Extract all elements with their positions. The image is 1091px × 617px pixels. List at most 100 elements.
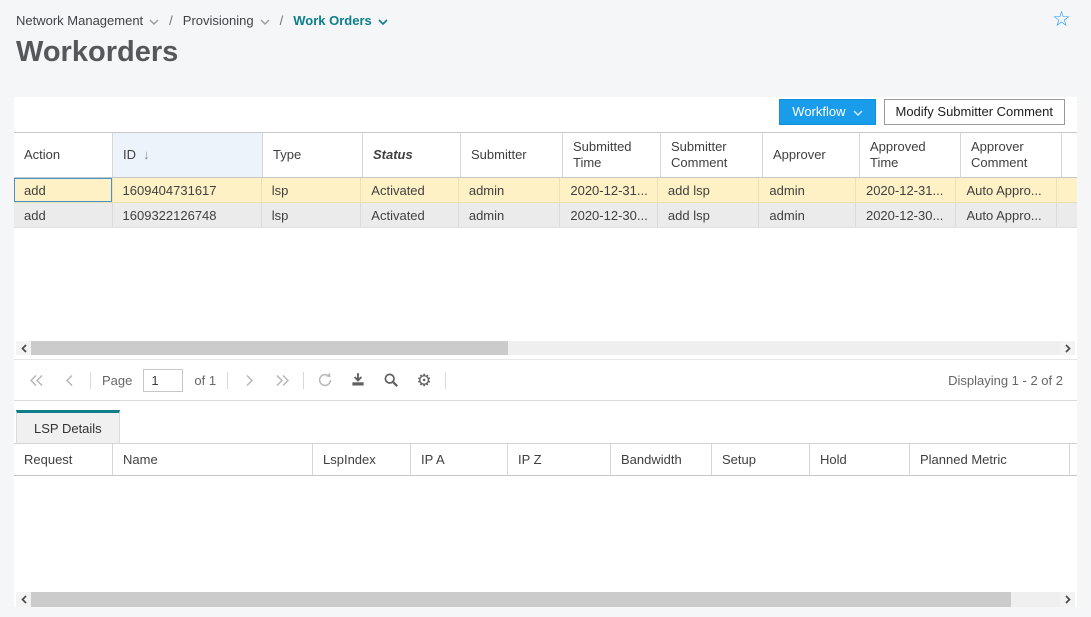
download-icon[interactable] <box>346 368 370 392</box>
header-filler <box>1070 444 1077 475</box>
search-icon[interactable] <box>379 368 403 392</box>
breadcrumb-item-network-management[interactable]: Network Management <box>16 13 159 28</box>
column-header-setup[interactable]: Setup <box>712 444 810 475</box>
cell-type[interactable]: lsp <box>262 178 362 202</box>
cell-action[interactable]: add <box>14 203 113 227</box>
modify-submitter-comment-button[interactable]: Modify Submitter Comment <box>884 99 1066 125</box>
previous-page-button[interactable] <box>57 368 81 392</box>
chevron-down-icon <box>260 19 270 25</box>
scrollbar-thumb[interactable] <box>31 341 508 355</box>
column-header-submitter[interactable]: Submitter <box>461 133 563 177</box>
column-header-id[interactable]: ID ↓ <box>113 133 263 177</box>
breadcrumb-label: Provisioning <box>183 13 254 28</box>
toolbar-separator <box>227 372 228 389</box>
column-header-ip-a[interactable]: IP A <box>411 444 508 475</box>
column-header-status[interactable]: Status <box>363 133 461 177</box>
workorders-panel: Workflow Modify Submitter Comment Action… <box>14 97 1077 607</box>
cell-approver-comment[interactable]: Auto Appro... <box>956 178 1057 202</box>
next-page-button[interactable] <box>237 368 261 392</box>
cell-status[interactable]: Activated <box>361 203 459 227</box>
scrollbar-thumb[interactable] <box>31 592 1011 607</box>
cell-submitter[interactable]: admin <box>459 178 561 202</box>
horizontal-scrollbar <box>16 341 1075 355</box>
cell-submitter[interactable]: admin <box>459 203 561 227</box>
first-page-button[interactable] <box>24 368 48 392</box>
breadcrumb-item-provisioning[interactable]: Provisioning <box>183 13 270 28</box>
cell-status[interactable]: Activated <box>361 178 459 202</box>
column-header-approver-comment[interactable]: Approver Comment <box>961 133 1062 177</box>
column-header-ip-z[interactable]: IP Z <box>508 444 611 475</box>
column-header-submitter-comment[interactable]: Submitter Comment <box>661 133 763 177</box>
tab-lsp-details[interactable]: LSP Details <box>16 410 120 443</box>
workflow-button[interactable]: Workflow <box>779 99 875 125</box>
column-header-lspindex[interactable]: LspIndex <box>313 444 411 475</box>
column-header-approver[interactable]: Approver <box>763 133 860 177</box>
last-page-button[interactable] <box>270 368 294 392</box>
cell-id[interactable]: 1609322126748 <box>113 203 262 227</box>
lsp-details-empty-area <box>14 476 1077 592</box>
breadcrumb-separator: / <box>280 13 284 28</box>
column-header-bandwidth[interactable]: Bandwidth <box>611 444 712 475</box>
row-filler <box>1057 203 1077 227</box>
toolbar-separator <box>90 372 91 389</box>
actions-bar: Workflow Modify Submitter Comment <box>14 97 1077 132</box>
cell-submitter-comment[interactable]: add lsp <box>658 178 760 202</box>
cell-approver[interactable]: admin <box>759 178 856 202</box>
scroll-right-button[interactable] <box>1060 592 1075 607</box>
scroll-left-button[interactable] <box>16 341 31 355</box>
cell-submitter-comment[interactable]: add lsp <box>658 203 760 227</box>
favorite-star-icon[interactable]: ☆ <box>1052 9 1071 30</box>
page-title: Workorders <box>16 36 1091 69</box>
cell-approver-comment[interactable]: Auto Appro... <box>956 203 1057 227</box>
table-row[interactable]: add 1609322126748 lsp Activated admin 20… <box>14 203 1077 228</box>
chevron-down-icon <box>378 19 388 25</box>
toolbar-separator <box>445 372 446 389</box>
column-header-planned-metric[interactable]: Planned Metric <box>910 444 1070 475</box>
toolbar-separator <box>303 372 304 389</box>
cell-approver[interactable]: admin <box>759 203 856 227</box>
paging-toolbar: Page of 1 ⚙ Displaying <box>14 359 1077 401</box>
chevron-down-icon <box>149 19 159 25</box>
modify-submitter-comment-label: Modify Submitter Comment <box>896 104 1054 119</box>
breadcrumb-label: Work Orders <box>293 13 372 28</box>
column-header-name[interactable]: Name <box>113 444 313 475</box>
sort-descending-icon: ↓ <box>143 147 150 163</box>
cell-submitted-time[interactable]: 2020-12-31... <box>560 178 658 202</box>
grid-empty-area <box>14 228 1077 341</box>
column-header-type[interactable]: Type <box>263 133 363 177</box>
scroll-left-button[interactable] <box>16 592 31 607</box>
column-header-request[interactable]: Request <box>14 444 113 475</box>
cell-action[interactable]: add <box>14 178 113 202</box>
cell-approved-time[interactable]: 2020-12-31... <box>856 178 957 202</box>
breadcrumb-item-work-orders[interactable]: Work Orders <box>293 13 388 28</box>
header-filler <box>1062 133 1077 177</box>
details-tab-strip: LSP Details <box>14 406 1077 444</box>
scrollbar-track[interactable] <box>31 341 1060 355</box>
tab-label: LSP Details <box>34 421 102 436</box>
workorders-grid-header: Action ID ↓ Type Status Submitter Submit… <box>14 132 1077 178</box>
lsp-details-grid-header: Request Name LspIndex IP A IP Z Bandwidt… <box>14 444 1077 476</box>
refresh-button[interactable] <box>313 368 337 392</box>
table-row[interactable]: add 1609404731617 lsp Activated admin 20… <box>14 178 1077 203</box>
scrollbar-track[interactable] <box>31 592 1060 607</box>
column-header-submitted-time[interactable]: Submitted Time <box>563 133 661 177</box>
cell-type[interactable]: lsp <box>262 203 362 227</box>
page-number-input[interactable] <box>143 369 183 392</box>
cell-submitted-time[interactable]: 2020-12-30... <box>560 203 658 227</box>
cell-approved-time[interactable]: 2020-12-30... <box>856 203 957 227</box>
chevron-down-icon <box>853 110 863 116</box>
workflow-button-label: Workflow <box>792 104 845 119</box>
page-label: Page <box>102 373 132 388</box>
displaying-count: Displaying 1 - 2 of 2 <box>948 373 1067 388</box>
column-header-approved-time[interactable]: Approved Time <box>860 133 961 177</box>
breadcrumb-label: Network Management <box>16 13 143 28</box>
scroll-right-button[interactable] <box>1060 341 1075 355</box>
column-header-action[interactable]: Action <box>14 133 113 177</box>
workorders-screen: Network Management / Provisioning / Work… <box>0 0 1091 617</box>
horizontal-scrollbar <box>16 592 1075 607</box>
cell-id[interactable]: 1609404731617 <box>113 178 262 202</box>
breadcrumb-separator: / <box>169 13 173 28</box>
column-header-hold[interactable]: Hold <box>810 444 910 475</box>
row-filler <box>1057 178 1077 202</box>
settings-gear-icon[interactable]: ⚙ <box>412 368 436 392</box>
